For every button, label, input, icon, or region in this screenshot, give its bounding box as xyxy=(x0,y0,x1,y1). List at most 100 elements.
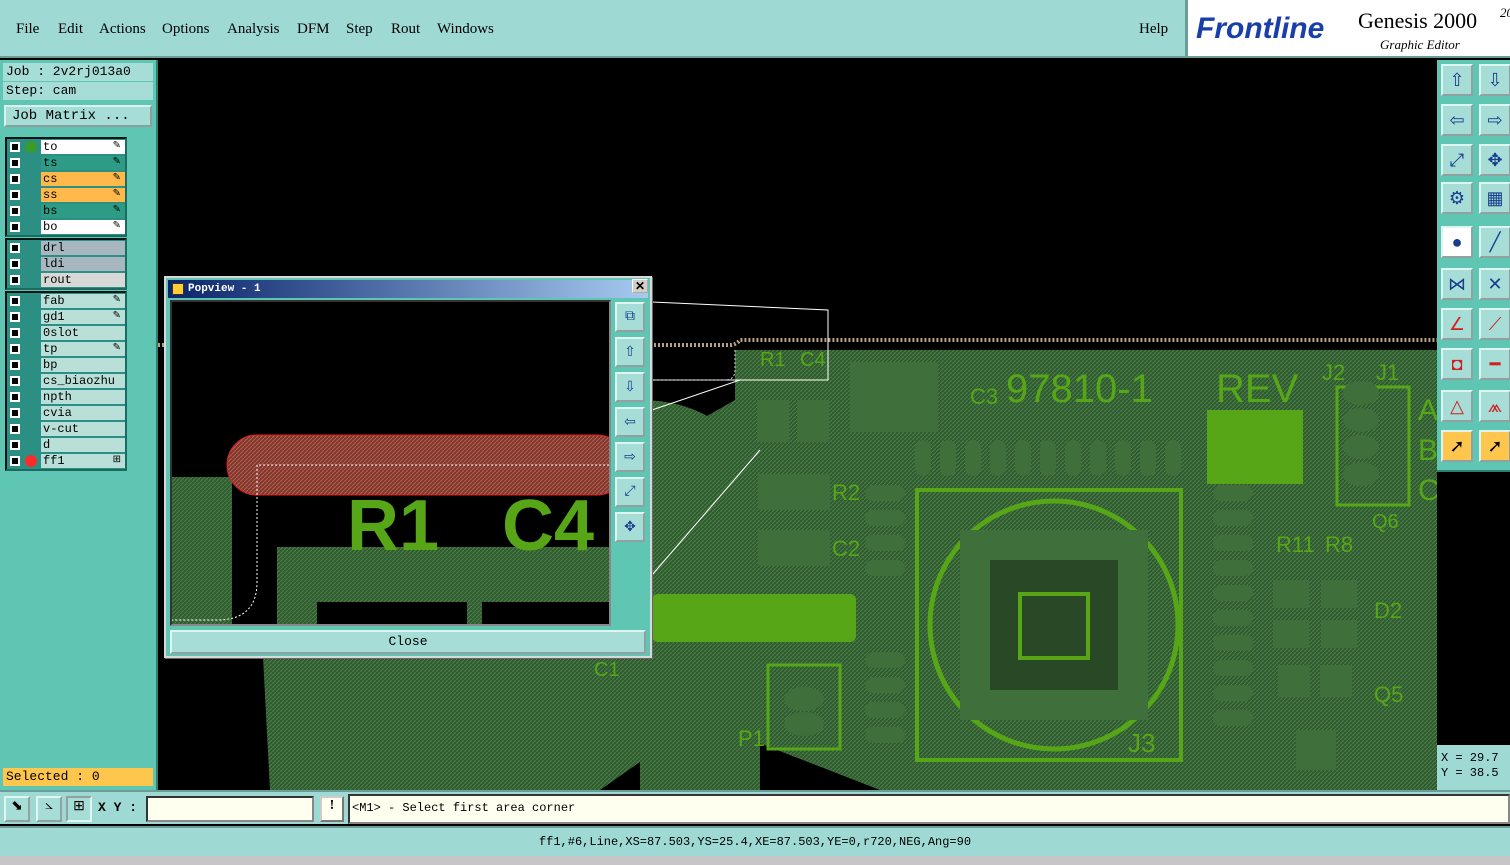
layer-name[interactable]: drl xyxy=(41,241,125,255)
snap-icon[interactable]: ◘ xyxy=(1441,348,1473,380)
layer-checkbox[interactable] xyxy=(10,190,20,200)
layer-name[interactable]: v-cut xyxy=(41,422,125,436)
grid-snap-icon[interactable]: ⊞ xyxy=(66,796,92,822)
layer-row-cs[interactable]: cs ✎ xyxy=(7,171,125,187)
layer-checkbox[interactable] xyxy=(10,360,20,370)
popview-close-button[interactable]: Close xyxy=(170,630,646,654)
popview-close-icon[interactable]: ✕ xyxy=(632,279,648,293)
layer-checkbox[interactable] xyxy=(10,312,20,322)
zoom-area-icon[interactable]: ⬊ xyxy=(4,796,30,822)
select-feature-icon[interactable]: ● xyxy=(1441,226,1473,258)
layer-name[interactable]: npth xyxy=(41,390,125,404)
layer-row-0slot[interactable]: 0slot xyxy=(7,325,125,341)
xy-input[interactable] xyxy=(146,796,314,822)
layer-checkbox[interactable] xyxy=(10,328,20,338)
menu-analysis[interactable]: Analysis xyxy=(227,21,280,38)
zoom-fit-icon[interactable]: ⤢ xyxy=(1441,144,1473,176)
layer-row-tp[interactable]: tp ✎ xyxy=(7,341,125,357)
layer-name[interactable]: cvia xyxy=(41,406,125,420)
menu-actions[interactable]: Actions xyxy=(99,21,146,38)
layer-checkbox[interactable] xyxy=(10,392,20,402)
layer-name[interactable]: bp xyxy=(41,358,125,372)
layer-checkbox[interactable] xyxy=(10,456,20,466)
layer-checkbox[interactable] xyxy=(10,408,20,418)
menu-options[interactable]: Options xyxy=(162,21,210,38)
pan-right-icon[interactable]: ⇨ xyxy=(1479,104,1510,136)
popview-canvas[interactable]: R1 C4 xyxy=(170,300,611,626)
popview-pan-right-icon[interactable]: ⇨ xyxy=(615,442,645,472)
layer-name[interactable]: 0slot xyxy=(41,326,125,340)
layer-row-fab[interactable]: fab ✎ xyxy=(7,293,125,309)
ruler-icon[interactable]: ━ xyxy=(1479,348,1510,380)
add-line-icon[interactable]: ╱ xyxy=(1479,226,1510,258)
layer-row-cvia[interactable]: cvia xyxy=(7,405,125,421)
layer-name[interactable]: cs_biaozhu xyxy=(41,374,125,388)
layer-name[interactable]: d xyxy=(41,438,125,452)
pan-up-icon[interactable]: ⇧ xyxy=(1441,64,1473,96)
layer-row-ldi[interactable]: ldi xyxy=(7,256,125,272)
layer-checkbox[interactable] xyxy=(10,344,20,354)
pointer-icon[interactable]: ➚ xyxy=(1441,430,1473,462)
pointer-select-icon[interactable]: ➚ xyxy=(1479,430,1510,462)
measure-icon[interactable]: ⚙ xyxy=(1441,182,1473,214)
overview-map[interactable] xyxy=(1437,470,1510,750)
grid-icon[interactable]: ▦ xyxy=(1479,182,1510,214)
layer-checkbox[interactable] xyxy=(10,206,20,216)
layer-row-bp[interactable]: bp xyxy=(7,357,125,373)
menu-rout[interactable]: Rout xyxy=(391,21,420,38)
layer-checkbox[interactable] xyxy=(10,174,20,184)
popview-fit-icon[interactable]: ⧉ xyxy=(615,302,645,332)
popview-pan-left-icon[interactable]: ⇦ xyxy=(615,407,645,437)
layer-row-rout[interactable]: rout xyxy=(7,272,125,288)
layer-checkbox[interactable] xyxy=(10,440,20,450)
menu-help[interactable]: Help xyxy=(1139,21,1168,38)
layer-row-cs_biaozhu[interactable]: cs_biaozhu xyxy=(7,373,125,389)
layer-edit-icon: ✎ xyxy=(112,310,121,321)
popview-pan-down-icon[interactable]: ⇩ xyxy=(615,372,645,402)
layer-row-ts[interactable]: ts ✎ xyxy=(7,155,125,171)
pcb-label-j1: J1 xyxy=(1376,360,1399,385)
pan-down-icon[interactable]: ⇩ xyxy=(1479,64,1510,96)
layer-row-to[interactable]: to ✎ xyxy=(7,139,125,155)
layer-name[interactable]: rout xyxy=(41,273,125,287)
popview-zoom-out-icon[interactable]: ✥ xyxy=(615,512,645,542)
menu-dfm[interactable]: DFM xyxy=(297,21,330,38)
layer-edit-icon: ✎ xyxy=(112,204,121,215)
mountain-icon[interactable]: ⩕ xyxy=(1479,390,1510,422)
layer-checkbox[interactable] xyxy=(10,275,20,285)
warning-icon[interactable]: ! xyxy=(320,796,344,822)
layer-row-ss[interactable]: ss ✎ xyxy=(7,187,125,203)
layer-name[interactable]: ldi xyxy=(41,257,125,271)
draw-line-icon[interactable]: ∠ xyxy=(1441,308,1473,340)
layer-row-bo[interactable]: bo ✎ xyxy=(7,219,125,235)
menu-windows[interactable]: Windows xyxy=(437,21,494,38)
layer-row-ff1[interactable]: ff1 ⊞ xyxy=(7,453,125,469)
triangle-icon[interactable]: △ xyxy=(1441,390,1473,422)
popview-zoom-icon[interactable]: ⤢ xyxy=(615,477,645,507)
layer-row-npth[interactable]: npth xyxy=(7,389,125,405)
measure-angle-icon[interactable]: ⦣ xyxy=(36,796,62,822)
cross-icon[interactable]: ✕ xyxy=(1479,268,1510,300)
layer-checkbox[interactable] xyxy=(10,142,20,152)
draw-arc-icon[interactable]: ⟋ xyxy=(1479,308,1510,340)
layer-checkbox[interactable] xyxy=(10,424,20,434)
layer-checkbox[interactable] xyxy=(10,259,20,269)
layer-checkbox[interactable] xyxy=(10,376,20,386)
layer-checkbox[interactable] xyxy=(10,158,20,168)
layer-row-bs[interactable]: bs ✎ xyxy=(7,203,125,219)
job-matrix-button[interactable]: Job Matrix ... xyxy=(4,105,152,127)
menu-file[interactable]: File xyxy=(16,21,39,38)
layer-row-gd1[interactable]: gd1 ✎ xyxy=(7,309,125,325)
connect-icon[interactable]: ⋈ xyxy=(1441,268,1473,300)
pan-left-icon[interactable]: ⇦ xyxy=(1441,104,1473,136)
layer-row-drl[interactable]: drl xyxy=(7,240,125,256)
layer-row-v-cut[interactable]: v-cut xyxy=(7,421,125,437)
zoom-profile-icon[interactable]: ✥ xyxy=(1479,144,1510,176)
layer-checkbox[interactable] xyxy=(10,243,20,253)
menu-step[interactable]: Step xyxy=(346,21,373,38)
layer-checkbox[interactable] xyxy=(10,222,20,232)
menu-edit[interactable]: Edit xyxy=(58,21,83,38)
popview-pan-up-icon[interactable]: ⇧ xyxy=(615,337,645,367)
layer-row-d[interactable]: d xyxy=(7,437,125,453)
layer-checkbox[interactable] xyxy=(10,296,20,306)
